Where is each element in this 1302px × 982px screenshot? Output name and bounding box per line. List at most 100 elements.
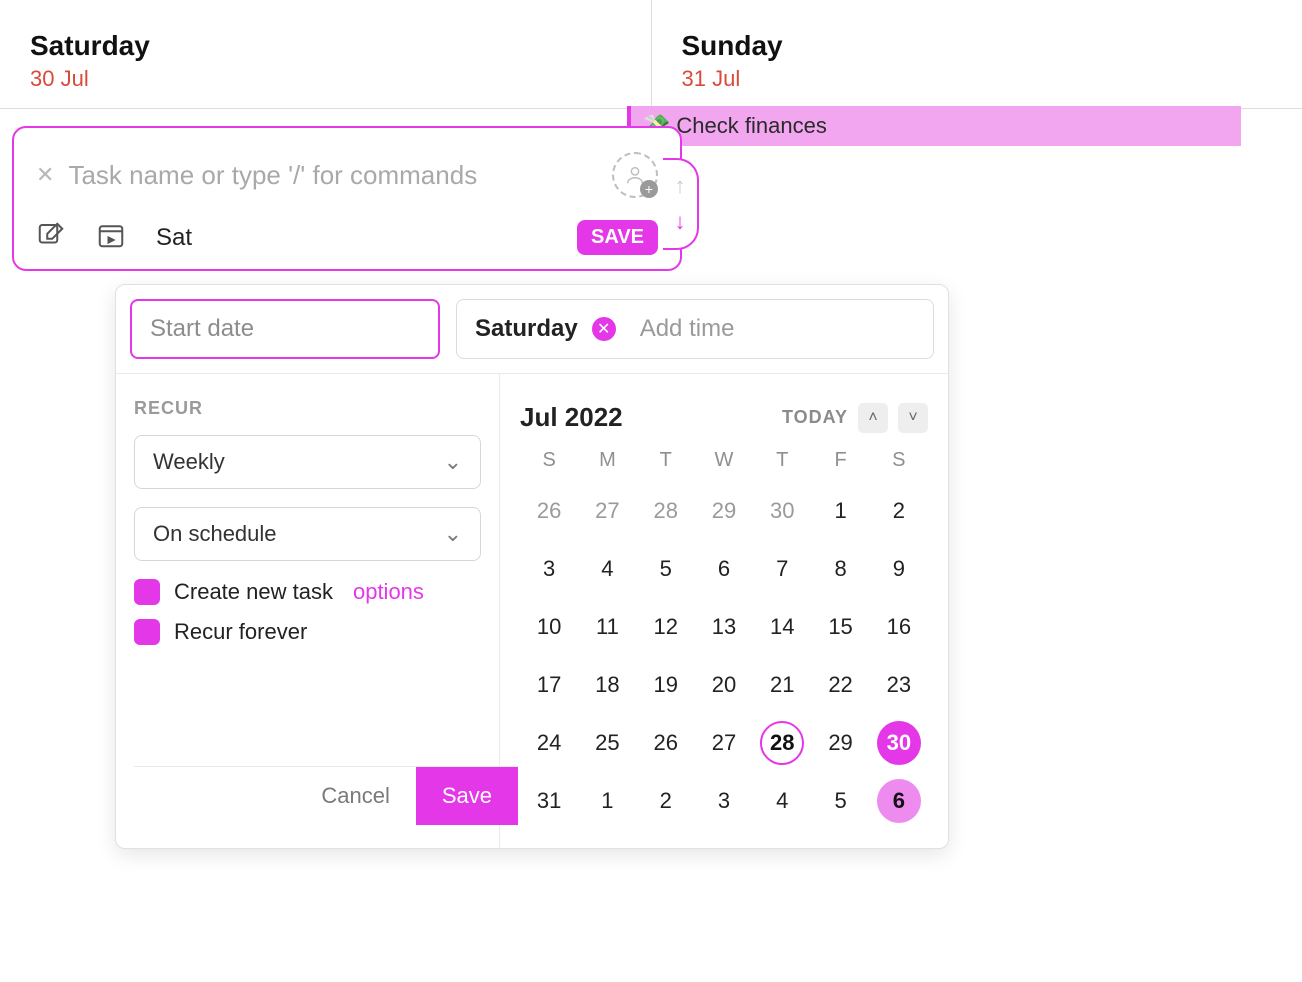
calendar-day[interactable]: 19	[637, 656, 695, 714]
calendar-day[interactable]: 27	[578, 482, 636, 540]
create-new-task-row: Create new task options	[134, 579, 481, 605]
due-date-display[interactable]: Saturday ✕ Add time	[456, 299, 934, 359]
recur-forever-label: Recur forever	[174, 619, 307, 645]
calendar-event-check-finances[interactable]: 💸 Check finances	[627, 106, 1241, 146]
today-button[interactable]: TODAY	[782, 407, 848, 428]
calendar-day[interactable]: 11	[578, 598, 636, 656]
calendar-week: 17181920212223	[520, 656, 928, 714]
calendar-day[interactable]: 27	[695, 714, 753, 772]
calendar-panel: Jul 2022 TODAY ˄ ˅ SMTWTFS 2627282930123…	[500, 374, 948, 848]
calendar-day[interactable]: 4	[753, 772, 811, 830]
calendar-day[interactable]: 25	[578, 714, 636, 772]
calendar-dow: F	[811, 449, 869, 472]
calendar-dow: T	[637, 449, 695, 472]
calendar-day[interactable]: 28	[637, 482, 695, 540]
calendar-day[interactable]: 21	[753, 656, 811, 714]
date-picker-icon[interactable]	[96, 220, 126, 255]
task-due-label[interactable]: Sat	[156, 224, 192, 252]
arrow-up-icon[interactable]: ↑	[675, 173, 686, 199]
recur-panel: RECUR Weekly ⌄ On schedule ⌄ Create new …	[116, 374, 500, 848]
task-reorder-bump: ↑ ↓	[663, 158, 699, 250]
calendar-week: 3456789	[520, 540, 928, 598]
create-new-task-label: Create new task	[174, 579, 333, 605]
calendar-day[interactable]: 1	[811, 482, 869, 540]
date-recur-popover: Saturday ✕ Add time RECUR Weekly ⌄ On sc…	[115, 284, 949, 849]
calendar-day[interactable]: 20	[695, 656, 753, 714]
chevron-down-icon: ⌄	[444, 449, 462, 475]
calendar-day[interactable]: 3	[695, 772, 753, 830]
calendar-day[interactable]: 12	[637, 598, 695, 656]
task-name-input[interactable]	[68, 160, 612, 191]
popover-footer: Cancel Save	[134, 766, 518, 824]
calendar-day[interactable]: 5	[811, 772, 869, 830]
calendar-dow: M	[578, 449, 636, 472]
calendar-col-saturday[interactable]: Saturday 30 Jul	[0, 0, 651, 108]
calendar-day[interactable]: 26	[520, 482, 578, 540]
clear-due-icon[interactable]: ✕	[592, 317, 616, 341]
calendar-day[interactable]: 17	[520, 656, 578, 714]
calendar-dow: S	[870, 449, 928, 472]
calendar-day[interactable]: 2	[637, 772, 695, 830]
start-date-field[interactable]	[130, 299, 440, 359]
plus-icon: +	[640, 180, 658, 198]
recur-forever-checkbox[interactable]	[134, 619, 160, 645]
arrow-down-icon[interactable]: ↓	[675, 209, 686, 235]
calendar-day[interactable]: 4	[578, 540, 636, 598]
calendar-day[interactable]: 10	[520, 598, 578, 656]
calendar-day[interactable]: 18	[578, 656, 636, 714]
calendar-day[interactable]: 7	[753, 540, 811, 598]
chevron-down-icon: ⌄	[444, 521, 462, 547]
calendar-day[interactable]: 2	[870, 482, 928, 540]
calendar-day[interactable]: 24	[520, 714, 578, 772]
cancel-button[interactable]: Cancel	[313, 783, 397, 809]
calendar-day[interactable]: 22	[811, 656, 869, 714]
calendar-day[interactable]: 3	[520, 540, 578, 598]
save-task-button[interactable]: SAVE	[577, 220, 658, 255]
add-time-button[interactable]: Add time	[640, 315, 735, 343]
calendar-day[interactable]: 31	[520, 772, 578, 830]
due-day-label: Saturday	[475, 315, 578, 343]
recur-title: RECUR	[134, 398, 481, 419]
calendar-day[interactable]: 16	[870, 598, 928, 656]
start-date-input[interactable]	[150, 315, 420, 343]
calendar-week: 262728293012	[520, 482, 928, 540]
calendar-day[interactable]: 28	[753, 714, 811, 772]
edit-icon[interactable]	[36, 220, 66, 255]
calendar-day[interactable]: 8	[811, 540, 869, 598]
calendar-grid: 2627282930123456789101112131415161718192…	[520, 482, 928, 830]
recur-mode-value: On schedule	[153, 521, 277, 547]
add-assignee-button[interactable]: +	[612, 152, 658, 198]
new-task-card: ✕ + Sat SAVE	[12, 126, 682, 271]
calendar-day[interactable]: 6	[870, 772, 928, 830]
close-icon[interactable]: ✕	[36, 162, 54, 188]
calendar-day[interactable]: 30	[753, 482, 811, 540]
calendar-prev-icon[interactable]: ˄	[858, 403, 888, 433]
day-name: Saturday	[30, 30, 621, 62]
calendar-day[interactable]: 29	[695, 482, 753, 540]
calendar-day[interactable]: 9	[870, 540, 928, 598]
calendar-dow: W	[695, 449, 753, 472]
calendar-day[interactable]: 30	[870, 714, 928, 772]
recur-frequency-select[interactable]: Weekly ⌄	[134, 435, 481, 489]
calendar-day[interactable]: 6	[695, 540, 753, 598]
calendar-day[interactable]: 5	[637, 540, 695, 598]
calendar-dow: T	[753, 449, 811, 472]
calendar-day[interactable]: 26	[637, 714, 695, 772]
day-date: 31 Jul	[682, 66, 1273, 92]
calendar-day[interactable]: 15	[811, 598, 869, 656]
calendar-day[interactable]: 14	[753, 598, 811, 656]
calendar-month-label: Jul 2022	[520, 402, 623, 433]
calendar-dow: S	[520, 449, 578, 472]
day-name: Sunday	[682, 30, 1273, 62]
calendar-day[interactable]: 29	[811, 714, 869, 772]
calendar-next-icon[interactable]: ˅	[898, 403, 928, 433]
recur-mode-select[interactable]: On schedule ⌄	[134, 507, 481, 561]
create-new-task-checkbox[interactable]	[134, 579, 160, 605]
calendar-day[interactable]: 1	[578, 772, 636, 830]
recur-frequency-value: Weekly	[153, 449, 225, 475]
calendar-col-sunday[interactable]: Sunday 31 Jul	[651, 0, 1302, 108]
calendar-day[interactable]: 13	[695, 598, 753, 656]
calendar-dow-row: SMTWTFS	[520, 449, 928, 472]
calendar-day[interactable]: 23	[870, 656, 928, 714]
recur-options-link[interactable]: options	[353, 579, 424, 605]
